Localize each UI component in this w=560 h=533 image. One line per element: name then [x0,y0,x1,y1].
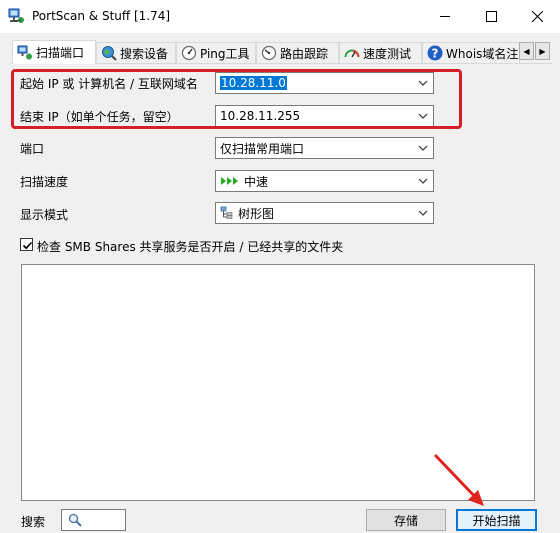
port-select[interactable]: 仅扫描常用端口 [215,137,434,159]
app-network-icon [8,8,24,23]
display-mode-label: 显示模式 [20,208,69,222]
tab-label: 路由跟踪 [280,46,329,61]
globe-search-icon [102,46,117,61]
minimize-icon [439,16,450,17]
start-ip-label: 起始 IP 或 计算机名 / 互联网域名 [20,77,198,91]
start-ip-value[interactable]: 10.28.11.0 [220,76,287,90]
tab-speed-test[interactable]: 速度测试 [339,42,422,63]
svg-text:?: ? [432,47,439,61]
start-scan-button[interactable]: 开始扫描 [456,509,537,531]
tab-label: Whois域名注 [446,46,519,61]
port-label: 端口 [20,142,45,156]
minimize-button[interactable] [422,0,468,33]
tab-whois[interactable]: ? Whois域名注 [422,42,520,63]
tab-scroll-right-button[interactable]: ▶ [535,42,550,60]
speed-select[interactable]: 中速 [215,170,434,192]
title-bar: PortScan & Stuff [1.74] [0,0,560,33]
scroll-right-icon: ▶ [539,46,546,56]
end-ip-value[interactable]: 10.28.11.255 [220,109,300,123]
smb-check-checkbox[interactable] [20,238,33,251]
start-scan-button-label: 开始扫描 [472,513,521,528]
maximize-button[interactable] [468,0,514,33]
network-scan-icon [17,45,32,59]
tab-ping[interactable]: Ping工具 [176,42,256,63]
speedometer-icon [344,49,360,58]
tab-label: Ping工具 [200,46,250,61]
chevron-down-icon [418,145,428,151]
tab-label: 速度测试 [363,46,412,61]
window-title: PortScan & Stuff [1.74] [32,9,171,23]
tab-scroll-left-button[interactable]: ◀ [519,42,534,60]
help-icon: ? [427,45,443,61]
tab-label: 扫描端口 [36,46,85,60]
save-button[interactable]: 存储 [366,509,446,531]
port-value: 仅扫描常用端口 [220,141,305,156]
search-label: 搜索 [21,515,46,529]
close-icon [531,11,543,22]
chevron-down-icon [418,210,428,216]
tree-view-icon [220,206,233,219]
checkmark-icon [22,241,33,250]
save-button-label: 存储 [393,513,418,528]
smb-check-label[interactable]: 检查 SMB Shares 共享服务是否开启 / 已经共享的文件夹 [37,238,343,255]
fast-forward-icon [221,177,238,185]
display-mode-select[interactable]: 树形图 [215,202,434,224]
close-button[interactable] [514,0,560,33]
maximize-icon [485,11,497,22]
speed-label: 扫描速度 [20,175,69,189]
search-input[interactable] [61,509,126,531]
trace-gauge-icon [261,45,277,61]
ping-gauge-icon [181,45,197,61]
tab-label: 搜索设备 [120,46,169,61]
chevron-down-icon[interactable] [418,113,428,119]
end-ip-combo[interactable]: 10.28.11.255 [215,105,434,127]
tab-traceroute[interactable]: 路由跟踪 [256,42,339,63]
end-ip-label: 结束 IP（如单个任务，留空） [20,110,179,124]
start-ip-combo[interactable]: 10.28.11.0 [215,72,434,94]
scroll-left-icon: ◀ [523,46,530,56]
search-icon [68,513,82,527]
chevron-down-icon[interactable] [418,80,428,86]
results-list[interactable] [21,264,535,501]
speed-value: 中速 [244,174,269,189]
chevron-down-icon [418,178,428,184]
display-mode-value: 树形图 [238,206,275,221]
tab-find-devices[interactable]: 搜索设备 [96,42,176,63]
tab-port-scan[interactable]: 扫描端口 [12,40,96,64]
tab-strip: 扫描端口 搜索设备 Ping工具 路由跟踪 速度测试 ? Whois域名注 [0,40,560,64]
